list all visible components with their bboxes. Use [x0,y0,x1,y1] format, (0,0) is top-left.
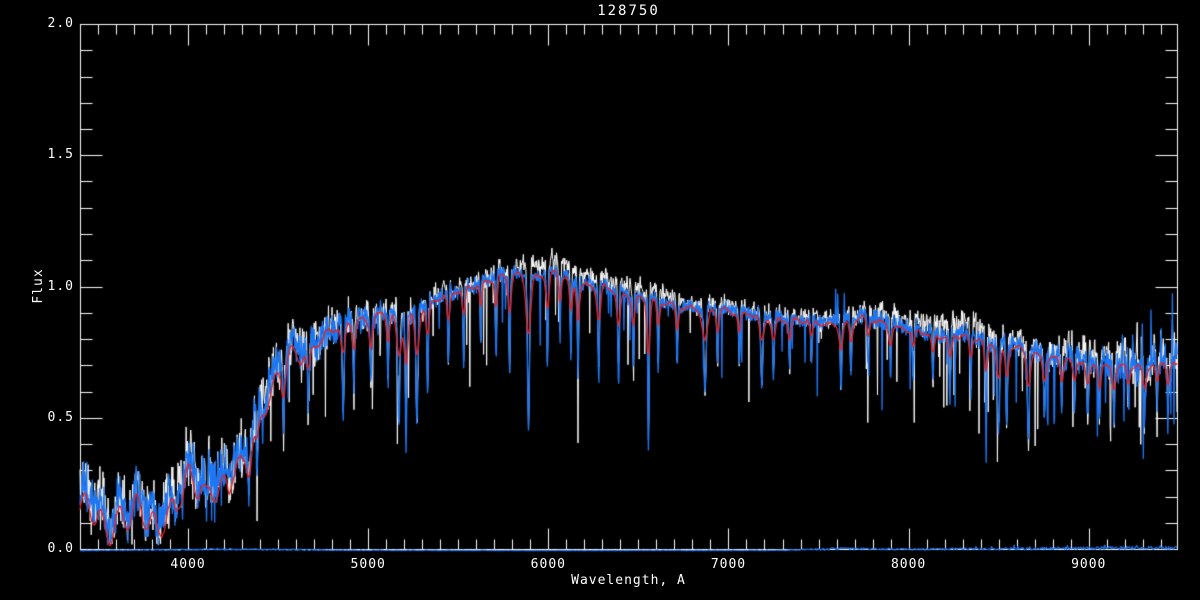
x-axis-label: Wavelength, A [571,573,686,588]
spectrum-plot-window: 128750 Flux Wavelength, A 4000 5000 6000 70… [0,0,1200,600]
spectrum-canvas [0,0,1200,600]
x-tick-label: 8000 [890,557,927,572]
y-tick-label: 1.5 [47,147,74,163]
y-tick-label: 0.5 [47,409,74,425]
x-tick-label: 5000 [350,557,386,572]
x-tick-label: 4000 [170,557,206,572]
x-tick-label: 6000 [530,557,566,572]
x-tick-label: 7000 [710,557,747,572]
plot-title: 128750 [597,3,660,19]
y-tick-label: 2.0 [47,16,74,31]
y-tick-label: 0.0 [47,541,74,556]
x-tick-label: 9000 [1071,557,1107,572]
y-tick-label: 1.0 [47,278,74,294]
